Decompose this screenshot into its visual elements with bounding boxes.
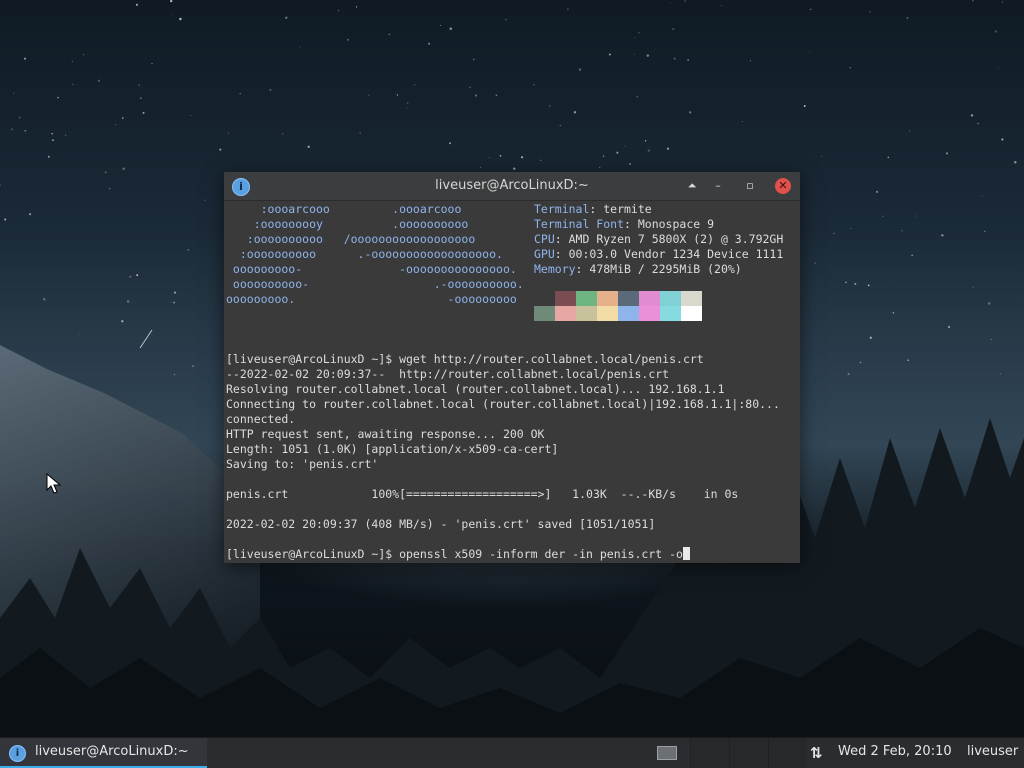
palette-row (534, 306, 702, 321)
palette-swatch (618, 291, 639, 306)
maximize-button[interactable]: ▫ (742, 178, 758, 194)
palette-swatch (681, 291, 702, 306)
logo-line: :ooooooooy .oooooooooo (226, 217, 469, 231)
info-row-terminal: Terminal: termite (534, 202, 652, 217)
info-value: : 00:03.0 Vendor 1234 Device 1111 (554, 247, 784, 261)
info-key: CPU (534, 232, 555, 246)
palette-swatch (597, 306, 618, 321)
palette-swatch (555, 306, 576, 321)
window-titlebar[interactable]: i liveuser@ArcoLinuxD:~ ⏶ – ▫ ✕ (224, 172, 800, 201)
task-item-terminal[interactable]: i liveuser@ArcoLinuxD:~ (0, 738, 207, 768)
info-row-cpu: CPU: AMD Ryzen 7 5800X (2) @ 3.792GH (534, 232, 783, 247)
info-row-memory: Memory: 478MiB / 2295MiB (20%) (534, 262, 742, 277)
pager-desktop[interactable] (690, 738, 729, 768)
output-line: 2022-02-02 20:09:37 (408 MB/s) - 'penis.… (226, 517, 656, 531)
minimize-button[interactable]: – (710, 178, 726, 194)
clock[interactable]: Wed 2 Feb, 20:10 (838, 744, 952, 759)
palette-swatch (555, 291, 576, 306)
palette-swatch (618, 306, 639, 321)
logo-line: :oooarcooo .oooarcooo (226, 202, 462, 216)
command-prompt-line[interactable]: [liveuser@ArcoLinuxD ~]$ openssl x509 -i… (226, 547, 690, 561)
terminal-window[interactable]: i liveuser@ArcoLinuxD:~ ⏶ – ▫ ✕ :oooarco… (224, 172, 800, 563)
text-cursor (682, 547, 690, 560)
output-line: Saving to: 'penis.crt' (226, 457, 379, 471)
info-row-font: Terminal Font: Monospace 9 (534, 217, 714, 232)
palette-row (534, 291, 702, 306)
output-line: Length: 1051 (1.0K) [application/x-x509-… (226, 442, 559, 456)
info-key: Terminal (534, 202, 590, 216)
output-line: penis.crt 100%[===================>] 1.0… (226, 487, 739, 501)
close-button[interactable]: ✕ (775, 178, 791, 194)
output-line: connected. (226, 412, 296, 426)
info-key: Terminal Font (534, 217, 625, 231)
palette-swatch (576, 291, 597, 306)
palette-swatch (534, 291, 555, 306)
task-label: liveuser@ArcoLinuxD:~ (35, 744, 189, 759)
logo-line: oooooooooo- .-oooooooooo. (226, 277, 524, 291)
logo-line: :oooooooooo /oooooooooooooooooo (226, 232, 476, 246)
color-palette (534, 291, 702, 321)
user-menu[interactable]: liveuser (967, 744, 1018, 759)
terminal-content[interactable]: :oooarcooo .oooarcooo :ooooooooy .oooooo… (226, 201, 798, 561)
info-key: Memory (534, 262, 576, 276)
output-line: --2022-02-02 20:09:37-- http://router.co… (226, 367, 670, 381)
keep-above-button[interactable]: ⏶ (684, 178, 700, 194)
info-key: GPU (534, 247, 555, 261)
logo-line: ooooooooo. -ooooooooo (226, 292, 517, 306)
output-line: HTTP request sent, awaiting response... … (226, 427, 545, 441)
pager-desktop[interactable] (768, 738, 807, 768)
palette-swatch (534, 306, 555, 321)
taskbar: i liveuser@ArcoLinuxD:~ ⇅ Wed 2 Feb, 20:… (0, 737, 1024, 768)
output-line: [liveuser@ArcoLinuxD ~]$ wget http://rou… (226, 352, 704, 366)
output-line: Connecting to router.collabnet.local (ro… (226, 397, 780, 411)
pager-desktop[interactable] (729, 738, 768, 768)
info-value: : 478MiB / 2295MiB (20%) (575, 262, 742, 276)
palette-swatch (576, 306, 597, 321)
mouse-pointer-icon (46, 473, 62, 494)
network-icon[interactable]: ⇅ (810, 744, 823, 762)
logo-line: :oooooooooo .-oooooooooooooooooo. (226, 247, 503, 261)
palette-swatch (639, 291, 660, 306)
output-line: Resolving router.collabnet.local (router… (226, 382, 725, 396)
logo-line: ooooooooo- -ooooooooooooooo. (226, 262, 517, 276)
info-value: : termite (589, 202, 652, 216)
palette-swatch (639, 306, 660, 321)
info-row-gpu: GPU: 00:03.0 Vendor 1234 Device 1111 (534, 247, 783, 262)
palette-swatch (660, 291, 681, 306)
prompt-text: [liveuser@ArcoLinuxD ~]$ openssl x509 -i… (226, 547, 683, 561)
palette-swatch (681, 306, 702, 321)
terminal-app-icon: i (9, 745, 26, 762)
palette-swatch (660, 306, 681, 321)
info-value: : Monospace 9 (624, 217, 715, 231)
show-desktop-icon[interactable] (657, 746, 677, 760)
palette-swatch (597, 291, 618, 306)
info-value: : AMD Ryzen 7 5800X (2) @ 3.792GH (554, 232, 784, 246)
